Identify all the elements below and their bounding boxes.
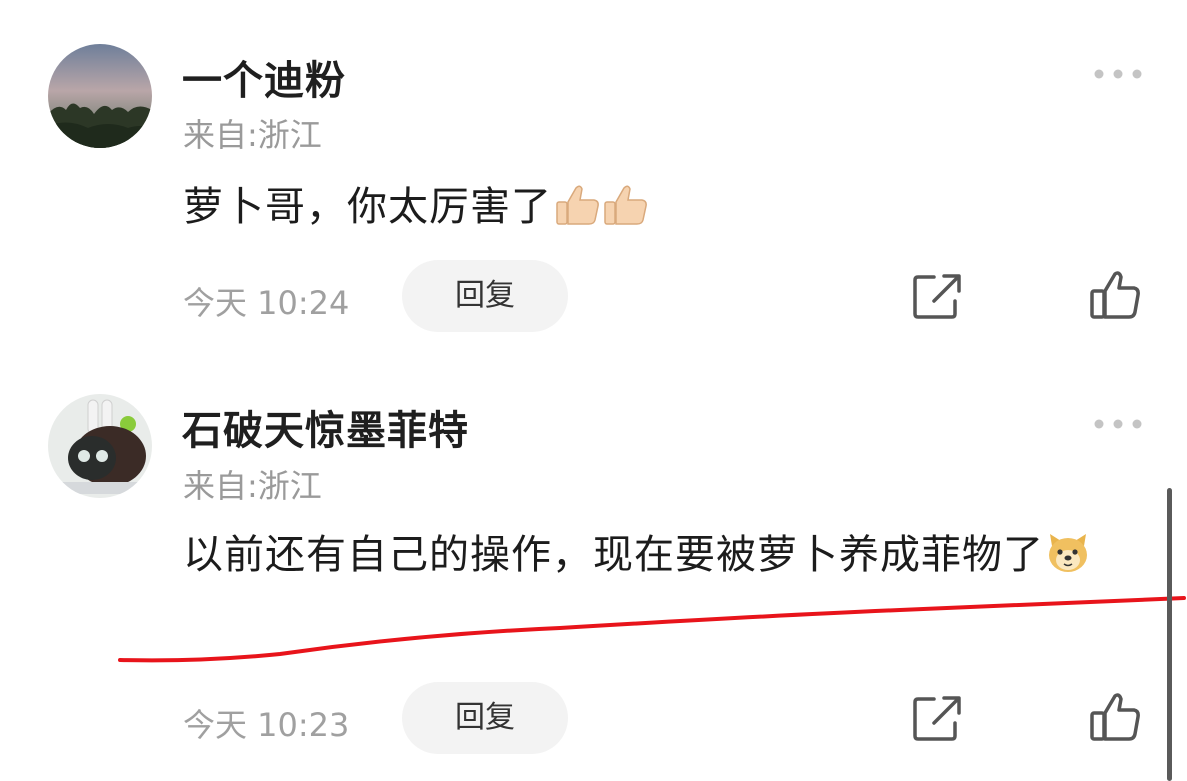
location-label: 来自:浙江 [183, 116, 322, 154]
share-icon[interactable] [912, 271, 964, 323]
like-icon[interactable] [1089, 270, 1141, 322]
thumbs-up-icon [554, 178, 600, 248]
thumbs-up-icon [602, 178, 648, 248]
username[interactable]: 一个迪粉 [182, 48, 346, 106]
comment-text-content: 以前还有自己的操作，现在要被萝卜养成菲物了 [183, 532, 1044, 578]
timestamp: 今天 10:23 [183, 706, 350, 744]
doge-icon [1046, 526, 1090, 596]
scrollbar[interactable] [1167, 488, 1172, 781]
share-icon[interactable] [912, 693, 964, 745]
comment-item: 石破天惊墨菲特 来自:浙江 以前还有自己的操作，现在要被萝卜养成菲物了 今天 1… [0, 370, 1187, 781]
comment-text: 萝卜哥，你太厉害了 [183, 172, 1143, 248]
reply-button[interactable]: 回复 [402, 260, 568, 332]
more-options-icon[interactable] [1093, 415, 1143, 429]
reply-button[interactable]: 回复 [402, 682, 568, 754]
comment-item: 一个迪粉 来自:浙江 萝卜哥，你太厉害了 今天 10:24 回复 [0, 0, 1187, 370]
avatar[interactable] [48, 394, 152, 498]
more-options-icon[interactable] [1093, 65, 1143, 79]
like-icon[interactable] [1089, 692, 1141, 744]
location-label: 来自:浙江 [183, 467, 322, 505]
comment-text-content: 萝卜哥，你太厉害了 [183, 184, 552, 230]
username[interactable]: 石破天惊墨菲特 [182, 398, 469, 456]
comment-text: 以前还有自己的操作，现在要被萝卜养成菲物了 [183, 520, 1143, 596]
timestamp: 今天 10:24 [183, 284, 350, 322]
avatar[interactable] [48, 44, 152, 148]
